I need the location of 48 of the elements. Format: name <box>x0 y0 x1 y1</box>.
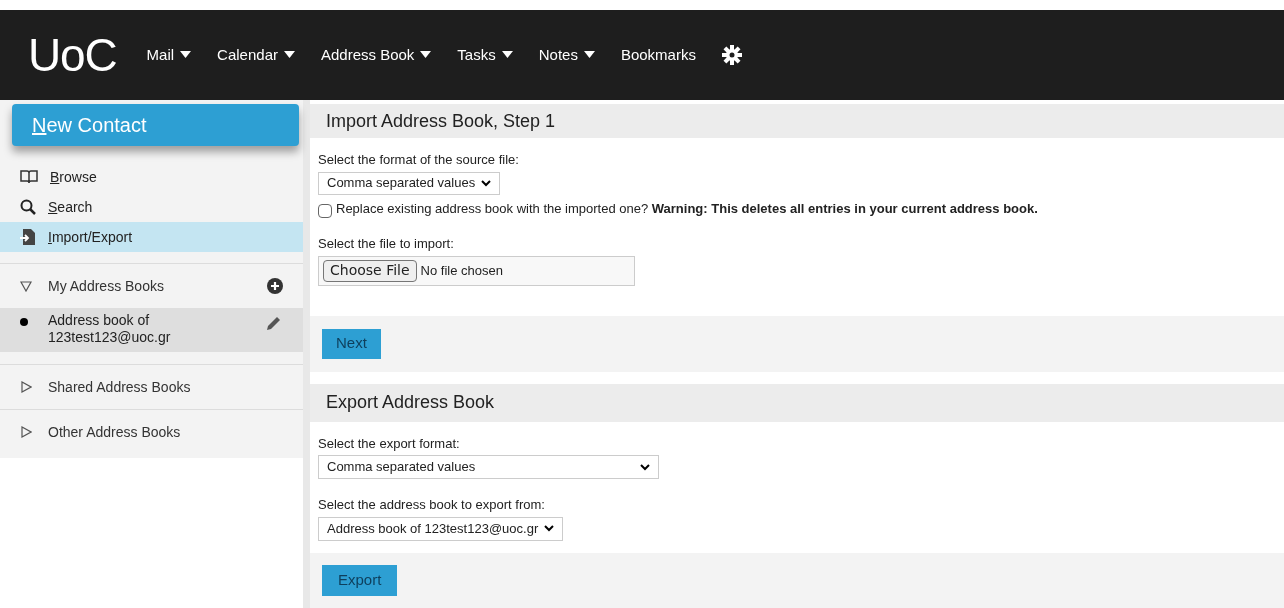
nav-item[interactable]: Browse <box>0 162 303 192</box>
address-book-group[interactable]: Other Address Books <box>0 410 303 454</box>
book-icon <box>20 169 38 185</box>
chevron-icon <box>640 463 650 471</box>
menu-item[interactable]: Notes <box>538 43 595 67</box>
export-format-select[interactable]: Comma separated values <box>318 455 659 479</box>
export-button[interactable]: Export <box>322 564 398 596</box>
file-import-icon <box>20 228 36 246</box>
collapsed-triangle-icon[interactable] <box>20 426 32 438</box>
address-book-group[interactable]: My Address Books <box>0 264 303 308</box>
logo: UoC <box>28 27 117 83</box>
field-label: Select the export format: <box>318 434 460 453</box>
field-label: Select the file to import: <box>318 235 454 253</box>
menu-item[interactable]: Tasks <box>457 43 513 67</box>
section-title: Export Address Book <box>310 383 1284 422</box>
caret-icon <box>283 51 295 59</box>
add-icon[interactable] <box>267 278 283 294</box>
address-book-item[interactable]: Address book of 123test123@uoc.gr <box>0 308 303 352</box>
format-select[interactable]: Comma separated values <box>318 171 501 195</box>
file-input[interactable]: Choose File No file chosen <box>318 255 635 286</box>
choose-file-button[interactable]: Choose File <box>323 259 417 282</box>
address-book-select[interactable]: Address book of 123test123@uoc.gr <box>318 516 564 541</box>
caret-icon <box>420 51 432 59</box>
menu-item[interactable]: Mail <box>146 43 192 67</box>
replace-option-text: Replace existing address book with the imported one? Warning: This deletes all entries in your current address book. <box>336 199 1038 218</box>
bullet-icon <box>20 318 28 326</box>
collapsed-triangle-icon[interactable] <box>20 381 32 393</box>
chevron-icon <box>481 179 492 187</box>
field-label: Select the address book to export from: <box>318 496 545 514</box>
search-icon <box>20 199 36 215</box>
pencil-icon[interactable] <box>265 314 283 332</box>
expanded-triangle-icon[interactable] <box>20 280 32 292</box>
caret-icon <box>583 51 595 59</box>
address-book-group[interactable]: Shared Address Books <box>0 365 303 409</box>
section-title: Import Address Book, Step 1 <box>310 104 1284 138</box>
replace-checkbox[interactable] <box>318 204 332 218</box>
nav-item[interactable]: Search <box>0 192 303 222</box>
menu-item[interactable]: Calendar <box>217 43 295 67</box>
menu-item[interactable]: Bookmarks <box>620 43 696 67</box>
nav-item[interactable]: Import/Export <box>0 222 303 252</box>
menu-item[interactable]: Address Book <box>320 43 432 67</box>
settings-icon[interactable] <box>721 45 742 65</box>
chevron-icon <box>544 525 555 532</box>
caret-icon <box>501 51 513 59</box>
field-label: Select the format of the source file: <box>318 151 519 169</box>
caret-icon <box>180 51 192 59</box>
next-button[interactable]: Next <box>322 328 381 359</box>
file-status: No file chosen <box>420 261 503 280</box>
